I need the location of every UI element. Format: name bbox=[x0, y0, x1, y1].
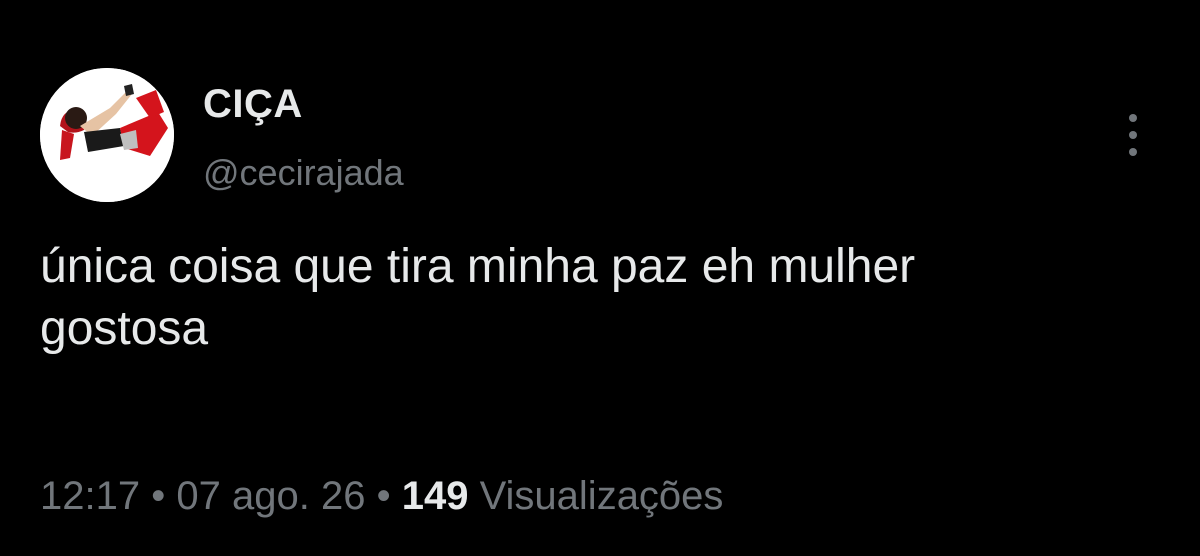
display-name[interactable]: CIÇA bbox=[203, 82, 303, 127]
tweet-time[interactable]: 12:17 bbox=[40, 474, 140, 518]
views-count[interactable]: 149 bbox=[402, 474, 469, 518]
separator-dot: • bbox=[376, 474, 391, 518]
redaction-mark bbox=[255, 300, 1155, 374]
redaction-mark bbox=[36, 368, 1160, 446]
more-options-icon[interactable] bbox=[1118, 110, 1148, 160]
profile-avatar[interactable] bbox=[40, 68, 174, 202]
tweet-metadata: 12:17 • 07 ago. 26 • 149 Visualizações bbox=[40, 474, 723, 519]
views-label: Visualizações bbox=[479, 474, 724, 518]
tweet-card: CIÇA @cecirajada única coisa que tira mi… bbox=[0, 0, 1200, 556]
user-handle[interactable]: @cecirajada bbox=[203, 152, 404, 194]
tweet-date[interactable]: 07 ago. 26 bbox=[176, 474, 365, 518]
separator-dot: • bbox=[151, 474, 166, 518]
